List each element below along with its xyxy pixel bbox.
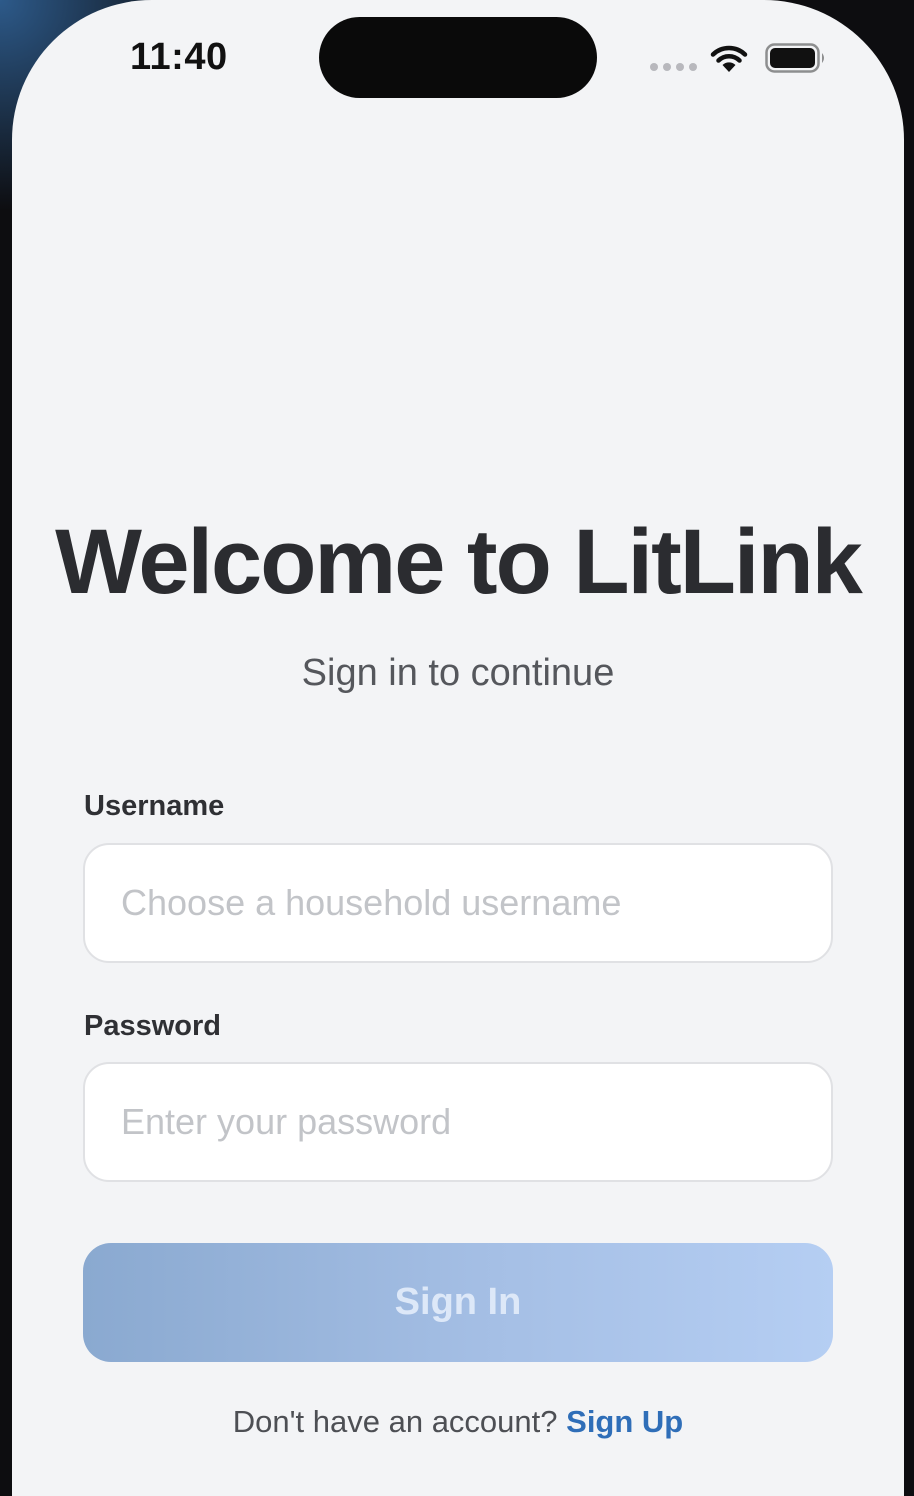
status-bar-time: 11:40 (130, 36, 228, 78)
dynamic-island (319, 17, 597, 98)
sign-up-link[interactable]: Sign Up (566, 1404, 683, 1439)
signin-subtitle: Sign in to continue (301, 652, 615, 694)
username-label: Username (84, 790, 225, 822)
wifi-icon (710, 45, 748, 72)
app-screen: 11:40 Welcome to LitLink Sign in to cont… (12, 0, 904, 1496)
password-input[interactable] (85, 1064, 831, 1180)
device-frame: 11:40 Welcome to LitLink Sign in to cont… (0, 0, 914, 1496)
signup-prompt-text: Don't have an account? (232, 1404, 558, 1439)
username-input[interactable] (85, 845, 831, 961)
sign-in-button[interactable]: Sign In (83, 1243, 833, 1362)
signup-prompt: Don't have an account? Sign Up (12, 1404, 904, 1440)
username-field[interactable] (83, 843, 833, 963)
battery-icon (765, 43, 824, 73)
cellular-signal-icon (650, 63, 697, 71)
password-field[interactable] (83, 1062, 833, 1182)
password-label: Password (84, 1010, 221, 1042)
welcome-title: Welcome to LitLink (55, 511, 863, 613)
